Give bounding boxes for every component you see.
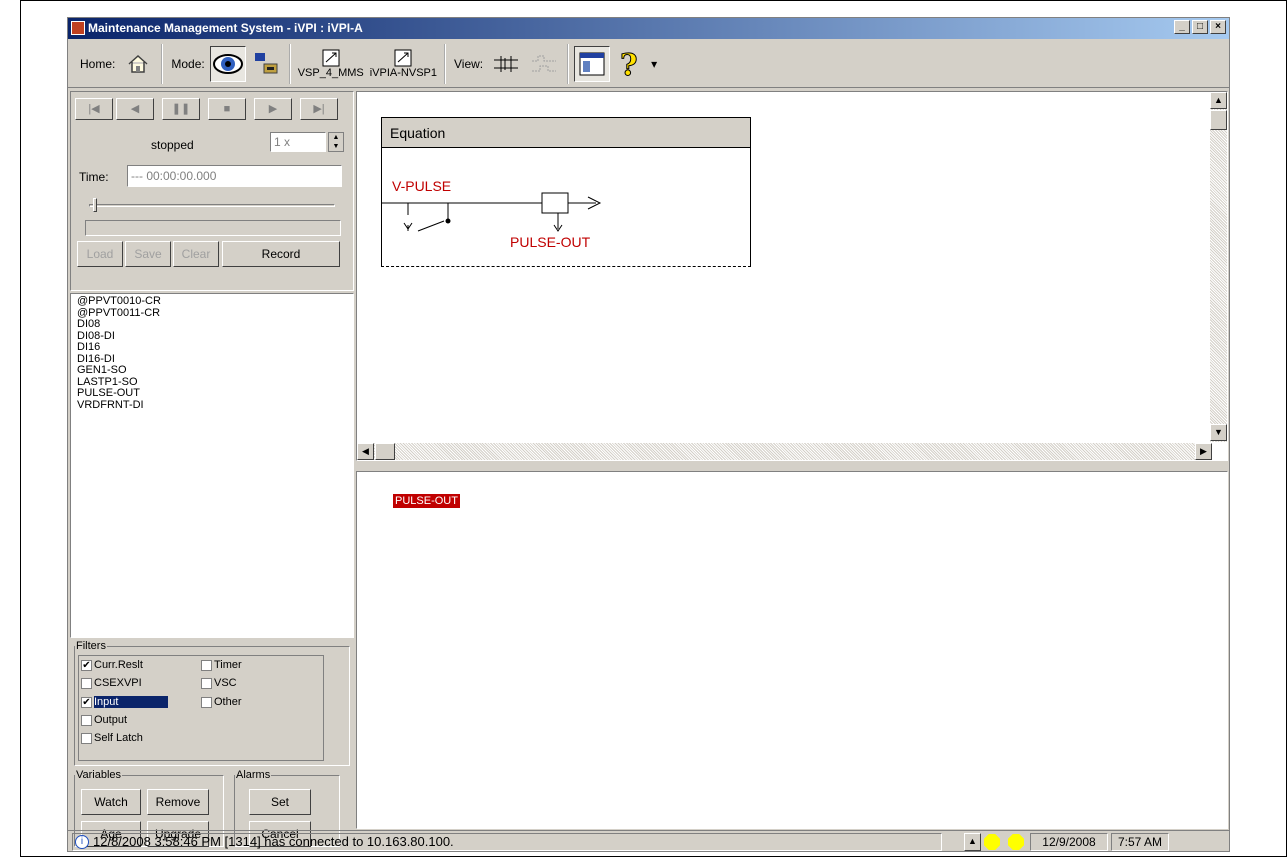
doc-vsp4mms-label: VSP_4_MMS (297, 66, 364, 79)
scroll-thumb[interactable] (1210, 110, 1227, 130)
progress-bar (85, 220, 341, 236)
list-item[interactable]: DI08-DI (77, 330, 347, 343)
time-label: Time: (79, 170, 109, 184)
message-history-button[interactable]: ▲ (964, 833, 981, 851)
view-group: View: (446, 43, 570, 84)
vertical-scrollbar[interactable]: ▲ ▼ (1210, 92, 1227, 442)
hscroll-thumb[interactable] (375, 443, 395, 460)
speed-spinner[interactable]: ▲ ▼ (328, 132, 344, 152)
alarms-legend: Alarms (236, 769, 271, 781)
stop-button[interactable]: ■ (208, 98, 246, 120)
status-time: 7:57 AM (1111, 833, 1169, 851)
ladder-view-icon[interactable] (488, 46, 524, 82)
pause-button[interactable]: ❚❚ (162, 98, 200, 120)
monitor-mode-eye-icon[interactable] (209, 45, 246, 82)
equation-output-label: PULSE-OUT (510, 234, 591, 250)
list-item[interactable]: DI08 (77, 318, 347, 331)
filter-output[interactable]: Output (81, 713, 127, 727)
record-button[interactable]: Record (222, 241, 340, 267)
view-label: View: (453, 56, 484, 71)
help-icon[interactable]: ? (612, 46, 648, 82)
remove-button[interactable]: Remove (147, 789, 209, 815)
filters-legend: Filters (76, 640, 106, 652)
load-button[interactable]: Load (77, 241, 123, 267)
status-led-icon (1008, 834, 1024, 850)
info-icon: i (75, 835, 89, 849)
step-back-button[interactable]: ◀ (116, 98, 154, 120)
equation-box[interactable]: Equation V-PULSE PULSE-OUT (381, 117, 751, 267)
list-item[interactable]: @PPVT0010-CR (77, 295, 347, 308)
list-item[interactable]: @PPVT0011-CR (77, 307, 347, 320)
playback-status: stopped (151, 138, 194, 152)
signal-list[interactable]: @PPVT0010-CR @PPVT0011-CR DI08 DI08-DI D… (70, 293, 354, 638)
documents-group: VSP_4_MMS iVPIA-NVSP1 (291, 43, 446, 84)
help-dropdown-icon[interactable]: ▾ (651, 57, 657, 71)
time-slider-thumb[interactable] (93, 198, 97, 212)
filter-vsc[interactable]: VSC (201, 676, 237, 690)
skip-end-button[interactable]: ▶| (300, 98, 338, 120)
doc-ivpia-nvsp1-button[interactable]: iVPIA-NVSP1 (370, 49, 437, 79)
svg-text:?: ? (620, 48, 638, 80)
diagram-icon (322, 49, 340, 66)
toolbar: Home: Mode: VSP_4_MMS iVPIA-NVSP1 View: … (68, 40, 1229, 88)
playback-panel: |◀ ◀ ❚❚ ■ ▶ ▶| stopped 1 x ▲ ▼ Time: --- … (70, 91, 354, 291)
time-slider[interactable] (89, 204, 335, 207)
clear-button[interactable]: Clear (173, 241, 219, 267)
time-input[interactable]: --- 00:00:00.000 (127, 165, 342, 187)
status-message-text: 12/8/2008 3:58:46 PM [1314] has connecte… (93, 834, 454, 849)
filter-curr-reslt[interactable]: ✔ Curr.Reslt (81, 658, 143, 672)
app-icon (71, 21, 85, 35)
list-item[interactable]: VRDFRNT-DI (77, 399, 347, 412)
doc-vsp4mms-button[interactable]: VSP_4_MMS (298, 49, 364, 79)
mode-label: Mode: (171, 56, 205, 71)
alarm-set-button[interactable]: Set (249, 789, 311, 815)
home-icon[interactable] (120, 46, 156, 82)
home-label: Home: (80, 56, 116, 71)
variables-legend: Variables (76, 769, 122, 781)
filter-timer[interactable]: Timer (201, 658, 242, 672)
doc-ivpia-nvsp1-label: iVPIA-NVSP1 (369, 66, 437, 79)
scroll-up-button[interactable]: ▲ (1210, 92, 1227, 109)
diagram-icon (394, 49, 412, 66)
watch-button[interactable]: Watch (81, 789, 141, 815)
skip-start-button[interactable]: |◀ (75, 98, 113, 120)
window-layout-icon[interactable] (574, 45, 611, 82)
equation-header: Equation (382, 118, 750, 148)
watch-item-pulse-out[interactable]: PULSE-OUT (393, 494, 460, 508)
main-window: Maintenance Management System - iVPI : i… (67, 17, 1230, 852)
scroll-left-button[interactable]: ◀ (357, 443, 374, 460)
maximize-button[interactable]: □ (1192, 20, 1208, 34)
filter-self-latch[interactable]: Self Latch (81, 731, 143, 745)
home-group: Home: (72, 43, 164, 84)
equation-pane: Equation V-PULSE PULSE-OUT ▲ ▼ ◀ ▶ (356, 91, 1228, 461)
close-button[interactable]: × (1210, 20, 1226, 34)
simulation-mode-icon[interactable] (248, 46, 284, 82)
minimize-button[interactable]: _ (1174, 20, 1190, 34)
title-bar[interactable]: Maintenance Management System - iVPI : i… (68, 18, 1229, 39)
filter-other[interactable]: Other (201, 695, 242, 709)
left-panel: |◀ ◀ ❚❚ ■ ▶ ▶| stopped 1 x ▲ ▼ Time: --- … (70, 91, 354, 851)
waveform-view-icon[interactable] (526, 46, 562, 82)
list-item[interactable]: DI16 (77, 341, 347, 354)
scroll-down-button[interactable]: ▼ (1210, 424, 1227, 441)
status-message: i 12/8/2008 3:58:46 PM [1314] has connec… (72, 833, 942, 851)
filters-group: Filters ✔ Curr.Reslt Timer CSEXVPI VSC ✔ I… (74, 640, 350, 766)
horizontal-scrollbar[interactable]: ◀ ▶ (357, 443, 1212, 460)
save-button[interactable]: Save (125, 241, 171, 267)
scroll-right-button[interactable]: ▶ (1195, 443, 1212, 460)
mode-group: Mode: (163, 43, 291, 84)
speed-input[interactable]: 1 x (270, 132, 326, 152)
watch-pane[interactable]: PULSE-OUT (356, 471, 1228, 829)
status-date: 12/9/2008 (1030, 833, 1108, 851)
filter-input[interactable]: ✔ Input (81, 695, 169, 709)
status-bar: i 12/8/2008 3:58:46 PM [1314] has connec… (68, 830, 1229, 852)
list-item[interactable]: GEN1-SO (77, 364, 347, 377)
window-title: Maintenance Management System - iVPI : i… (88, 21, 363, 35)
list-item[interactable]: PULSE-OUT (77, 387, 347, 400)
status-led-icon (984, 834, 1000, 850)
filter-csexvpi[interactable]: CSEXVPI (81, 676, 142, 690)
play-button[interactable]: ▶ (254, 98, 292, 120)
window-group: ? ▾ (569, 44, 661, 84)
equation-input-label: V-PULSE (392, 178, 452, 194)
